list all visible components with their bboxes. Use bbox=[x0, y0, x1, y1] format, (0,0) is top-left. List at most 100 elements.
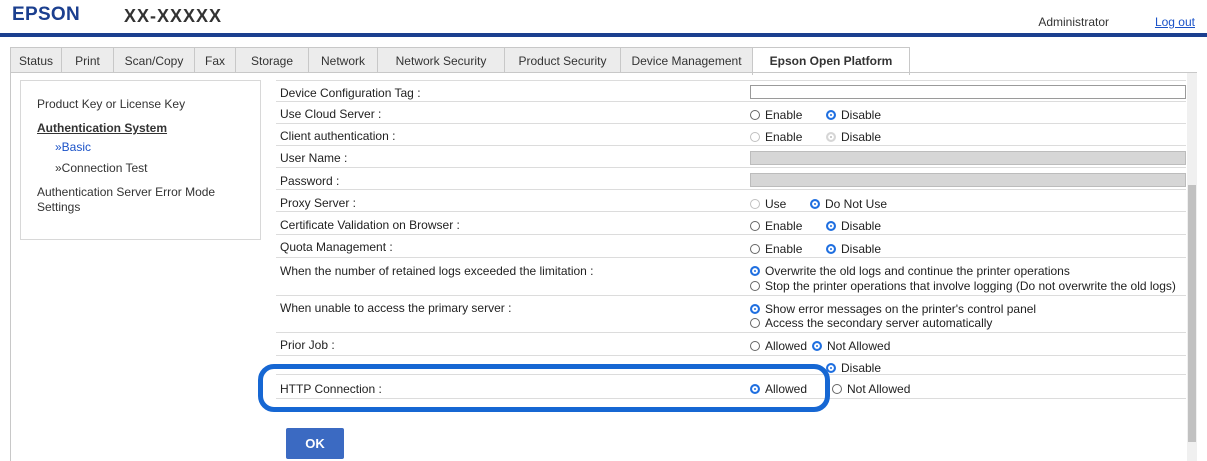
row-http-connection: HTTP Connection : Allowed Not Allowed bbox=[276, 376, 1186, 399]
option-label: Enable bbox=[765, 108, 803, 122]
radio-on-icon bbox=[750, 266, 760, 276]
device-tag-input[interactable] bbox=[750, 85, 1186, 99]
option-label: Overwrite the old logs and continue the … bbox=[765, 264, 1070, 278]
user-name-label: User Name : bbox=[280, 151, 348, 165]
radio-off-icon bbox=[750, 199, 760, 209]
primary-show-error-option[interactable]: Show error messages on the printer's con… bbox=[750, 302, 1036, 316]
radio-off-icon bbox=[832, 384, 842, 394]
prior-job-allowed-option[interactable]: Allowed bbox=[750, 339, 807, 353]
cert-enable-option[interactable]: Enable bbox=[750, 219, 802, 233]
radio-on-icon bbox=[826, 363, 836, 373]
epson-logo: EPSON bbox=[12, 4, 81, 25]
option-label: Disable bbox=[841, 219, 882, 233]
user-label: Administrator bbox=[1038, 15, 1109, 29]
row-prior-job: Prior Job : Allowed Not Allowed bbox=[276, 334, 1186, 356]
logs-label: When the number of retained logs exceede… bbox=[280, 264, 594, 278]
http-label: HTTP Connection : bbox=[280, 382, 382, 396]
radio-on-icon bbox=[826, 110, 836, 120]
radio-off-icon bbox=[750, 341, 760, 351]
radio-off-icon bbox=[750, 318, 760, 328]
tab-fax[interactable]: Fax bbox=[194, 47, 236, 73]
client-auth-label: Client authentication : bbox=[280, 129, 396, 143]
option-label: Do Not Use bbox=[825, 197, 888, 211]
radio-on-icon bbox=[810, 199, 820, 209]
password-label: Password : bbox=[280, 174, 340, 188]
quota-label: Quota Management : bbox=[280, 240, 393, 254]
tab-print[interactable]: Print bbox=[61, 47, 114, 73]
primary-secondary-option[interactable]: Access the secondary server automaticall… bbox=[750, 316, 992, 330]
row-primary-server: When unable to access the primary server… bbox=[276, 297, 1186, 333]
prior-job-not-allowed-option[interactable]: Not Allowed bbox=[812, 339, 890, 353]
prior-job-label: Prior Job : bbox=[280, 338, 335, 352]
cloud-enable-option[interactable]: Enable bbox=[750, 108, 802, 122]
option-label: Enable bbox=[765, 130, 803, 144]
radio-off-icon bbox=[750, 221, 760, 231]
sidebar-item-authentication-system[interactable]: Authentication System bbox=[37, 121, 167, 135]
sidebar-item-error-mode[interactable]: Authentication Server Error Mode bbox=[37, 185, 215, 199]
option-label: Enable bbox=[765, 242, 803, 256]
row-partially-hidden: Disable bbox=[276, 357, 1186, 375]
cert-disable-option[interactable]: Disable bbox=[826, 219, 881, 233]
tab-network-security[interactable]: Network Security bbox=[377, 47, 505, 73]
row-device-configuration-tag: Device Configuration Tag : bbox=[276, 82, 1186, 102]
http-allowed-option[interactable]: Allowed bbox=[750, 382, 807, 396]
tab-device-management[interactable]: Device Management bbox=[620, 47, 753, 73]
primary-label: When unable to access the primary server… bbox=[280, 301, 512, 315]
radio-off-icon bbox=[750, 281, 760, 291]
sidebar-item-connection-test[interactable]: »Connection Test bbox=[55, 161, 148, 175]
password-input bbox=[750, 173, 1186, 187]
radio-off-icon bbox=[750, 110, 760, 120]
option-label: Disable bbox=[841, 361, 882, 375]
tab-product-security[interactable]: Product Security bbox=[504, 47, 621, 73]
cert-label: Certificate Validation on Browser : bbox=[280, 218, 460, 232]
logs-overwrite-option[interactable]: Overwrite the old logs and continue the … bbox=[750, 264, 1070, 278]
quota-disable-option[interactable]: Disable bbox=[826, 242, 881, 256]
option-label: Disable bbox=[841, 242, 882, 256]
option-label: Disable bbox=[841, 108, 882, 122]
logs-stop-option[interactable]: Stop the printer operations that involve… bbox=[750, 279, 1176, 293]
tab-storage[interactable]: Storage bbox=[235, 47, 309, 73]
option-label: Disable bbox=[841, 130, 882, 144]
model-name: XX-XXXXX bbox=[124, 6, 223, 26]
device-tag-label: Device Configuration Tag : bbox=[280, 86, 421, 100]
option-label: Allowed bbox=[765, 382, 808, 396]
tab-network[interactable]: Network bbox=[308, 47, 378, 73]
main-tabs: Status Print Scan/Copy Fax Storage Netwo… bbox=[10, 47, 910, 75]
scrollbar-thumb[interactable] bbox=[1188, 185, 1196, 442]
option-label: Stop the printer operations that involve… bbox=[765, 279, 1176, 293]
ok-button[interactable]: OK bbox=[286, 428, 344, 459]
header-divider bbox=[0, 33, 1207, 37]
radio-off-icon bbox=[750, 244, 760, 254]
row-user-name: User Name : bbox=[276, 147, 1186, 168]
radio-on-icon bbox=[826, 244, 836, 254]
proxy-label: Proxy Server : bbox=[280, 196, 357, 210]
sidebar-item-product-key[interactable]: Product Key or License Key bbox=[37, 97, 185, 111]
radio-disabled-on-icon bbox=[826, 132, 836, 142]
logout-link[interactable]: Log out bbox=[1155, 15, 1195, 29]
http-not-allowed-option[interactable]: Not Allowed bbox=[832, 382, 910, 396]
proxy-do-not-use-option[interactable]: Do Not Use bbox=[810, 197, 887, 211]
sidebar-item-basic[interactable]: »Basic bbox=[55, 140, 91, 154]
cloud-disable-option[interactable]: Disable bbox=[826, 108, 881, 122]
hidden-row-disable-option[interactable]: Disable bbox=[826, 361, 881, 375]
user-name-input bbox=[750, 151, 1186, 165]
row-certificate-validation: Certificate Validation on Browser : Enab… bbox=[276, 213, 1186, 235]
proxy-use-option[interactable]: Use bbox=[750, 197, 786, 211]
option-label: Not Allowed bbox=[827, 339, 891, 353]
client-auth-disable-option: Disable bbox=[826, 130, 881, 144]
client-auth-enable-option: Enable bbox=[750, 130, 802, 144]
option-label: Access the secondary server automaticall… bbox=[765, 316, 993, 330]
radio-on-icon bbox=[750, 304, 760, 314]
option-label: Not Allowed bbox=[847, 382, 911, 396]
tab-status[interactable]: Status bbox=[10, 47, 62, 73]
tab-epson-open-platform[interactable]: Epson Open Platform bbox=[752, 47, 910, 75]
radio-on-icon bbox=[826, 221, 836, 231]
radio-on-icon bbox=[750, 384, 760, 394]
row-proxy-server: Proxy Server : Use Do Not Use bbox=[276, 191, 1186, 212]
option-label: Show error messages on the printer's con… bbox=[765, 302, 1037, 316]
quota-enable-option[interactable]: Enable bbox=[750, 242, 802, 256]
row-quota-management: Quota Management : Enable Disable bbox=[276, 236, 1186, 258]
sidebar-item-error-mode-line2[interactable]: Settings bbox=[37, 200, 80, 214]
row-retained-logs: When the number of retained logs exceede… bbox=[276, 259, 1186, 296]
tab-scan-copy[interactable]: Scan/Copy bbox=[113, 47, 195, 73]
